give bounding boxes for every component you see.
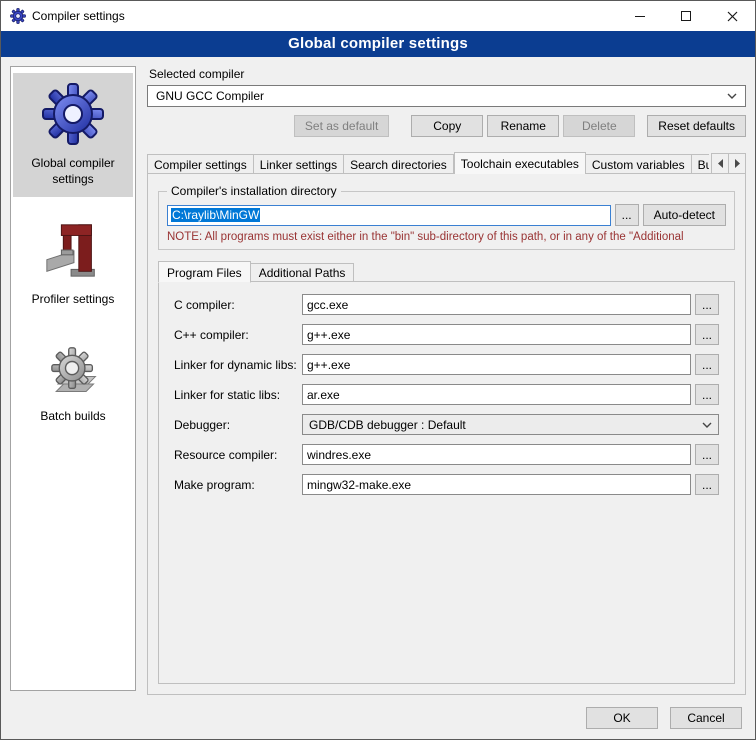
linker-dynamic-row: Linker for dynamic libs: ... (174, 354, 719, 375)
subtab-program-files[interactable]: Program Files (158, 261, 251, 283)
debugger-label: Debugger: (174, 418, 302, 432)
tab-linker-settings[interactable]: Linker settings (254, 154, 344, 174)
selected-compiler-value: GNU GCC Compiler (156, 89, 264, 103)
resource-compiler-label: Resource compiler: (174, 448, 302, 462)
maximize-button[interactable] (663, 1, 709, 31)
tab-build-options[interactable]: Buil (692, 154, 709, 174)
make-program-input[interactable] (302, 474, 691, 495)
maximize-icon (681, 11, 691, 21)
make-program-row: Make program: ... (174, 474, 719, 495)
close-icon (727, 11, 738, 22)
rename-button[interactable]: Rename (487, 115, 559, 137)
installation-directory-browse-button[interactable]: ... (615, 204, 639, 226)
tab-search-directories[interactable]: Search directories (344, 154, 454, 174)
linker-static-row: Linker for static libs: ... (174, 384, 719, 405)
cpp-compiler-row: C++ compiler: ... (174, 324, 719, 345)
make-program-label: Make program: (174, 478, 302, 492)
auto-detect-button[interactable]: Auto-detect (643, 204, 726, 226)
dialog-footer: OK Cancel (586, 707, 742, 729)
sidebar-item-label: Global compiler settings (15, 156, 131, 187)
close-button[interactable] (709, 1, 755, 31)
app-icon (10, 8, 26, 24)
c-compiler-input[interactable] (302, 294, 691, 315)
main-panel: Selected compiler GNU GCC Compiler Set a… (147, 65, 746, 695)
global-compiler-gear-icon (40, 81, 106, 147)
page-title: Global compiler settings (1, 31, 755, 57)
installation-directory-legend: Compiler's installation directory (167, 184, 341, 198)
bin-subdirectory-note: NOTE: All programs must exist either in … (167, 231, 726, 243)
tab-compiler-settings[interactable]: Compiler settings (147, 154, 254, 174)
copy-button[interactable]: Copy (411, 115, 483, 137)
c-compiler-label: C compiler: (174, 298, 302, 312)
installation-directory-value: C:\raylib\MinGW (171, 208, 260, 222)
selected-compiler-label: Selected compiler (149, 67, 746, 81)
tab-custom-variables[interactable]: Custom variables (586, 154, 692, 174)
c-compiler-row: C compiler: ... (174, 294, 719, 315)
installation-directory-group: Compiler's installation directory C:\ray… (158, 184, 735, 250)
make-program-browse-button[interactable]: ... (695, 474, 719, 495)
linker-dynamic-browse-button[interactable]: ... (695, 354, 719, 375)
linker-dynamic-input[interactable] (302, 354, 691, 375)
selected-compiler-dropdown[interactable]: GNU GCC Compiler (147, 85, 746, 107)
debugger-dropdown[interactable]: GDB/CDB debugger : Default (302, 414, 719, 435)
delete-button: Delete (563, 115, 635, 137)
minimize-icon (635, 16, 645, 17)
chevron-down-icon (727, 93, 737, 99)
reset-defaults-button[interactable]: Reset defaults (647, 115, 746, 137)
resource-compiler-row: Resource compiler: ... (174, 444, 719, 465)
cpp-compiler-label: C++ compiler: (174, 328, 302, 342)
debugger-row: Debugger: GDB/CDB debugger : Default (174, 414, 719, 435)
titlebar: Compiler settings (1, 1, 755, 31)
window-title: Compiler settings (32, 9, 125, 23)
linker-static-browse-button[interactable]: ... (695, 384, 719, 405)
arrow-left-icon (717, 159, 724, 168)
settings-category-list: Global compiler settings Profiler settin… (10, 66, 136, 691)
resource-compiler-browse-button[interactable]: ... (695, 444, 719, 465)
tab-scroll-left-button[interactable] (711, 153, 729, 174)
chevron-down-icon (702, 422, 712, 428)
minimize-button[interactable] (617, 1, 663, 31)
linker-static-label: Linker for static libs: (174, 388, 302, 402)
c-compiler-browse-button[interactable]: ... (695, 294, 719, 315)
toolchain-executables-page: Compiler's installation directory C:\ray… (147, 173, 746, 695)
sidebar-item-batch-builds[interactable]: Batch builds (13, 330, 133, 435)
profiler-icon (40, 217, 106, 283)
batch-builds-icon (42, 338, 104, 400)
programs-subtab-strip: Program Files Additional Paths (158, 260, 735, 282)
sidebar-item-global-compiler-settings[interactable]: Global compiler settings (13, 73, 133, 197)
tab-scroll-right-button[interactable] (728, 153, 746, 174)
compiler-actions: Set as default Copy Rename Delete Reset … (147, 115, 746, 137)
set-as-default-button: Set as default (294, 115, 389, 137)
cpp-compiler-browse-button[interactable]: ... (695, 324, 719, 345)
tab-toolchain-executables[interactable]: Toolchain executables (454, 152, 586, 174)
installation-directory-input[interactable]: C:\raylib\MinGW (167, 205, 611, 226)
resource-compiler-input[interactable] (302, 444, 691, 465)
sidebar-item-label: Profiler settings (32, 292, 115, 308)
ok-button[interactable]: OK (586, 707, 658, 729)
cpp-compiler-input[interactable] (302, 324, 691, 345)
settings-tab-strip: Compiler settings Linker settings Search… (147, 151, 746, 174)
subtab-additional-paths[interactable]: Additional Paths (251, 263, 355, 282)
arrow-right-icon (734, 159, 741, 168)
program-files-panel: C compiler: ... C++ compiler: ... Linker… (158, 281, 735, 684)
cancel-button[interactable]: Cancel (670, 707, 742, 729)
linker-dynamic-label: Linker for dynamic libs: (174, 358, 302, 372)
sidebar-item-profiler-settings[interactable]: Profiler settings (13, 209, 133, 318)
debugger-value: GDB/CDB debugger : Default (309, 418, 466, 432)
sidebar-item-label: Batch builds (40, 409, 105, 425)
compiler-settings-dialog: Compiler settings Global compiler settin… (0, 0, 756, 740)
linker-static-input[interactable] (302, 384, 691, 405)
